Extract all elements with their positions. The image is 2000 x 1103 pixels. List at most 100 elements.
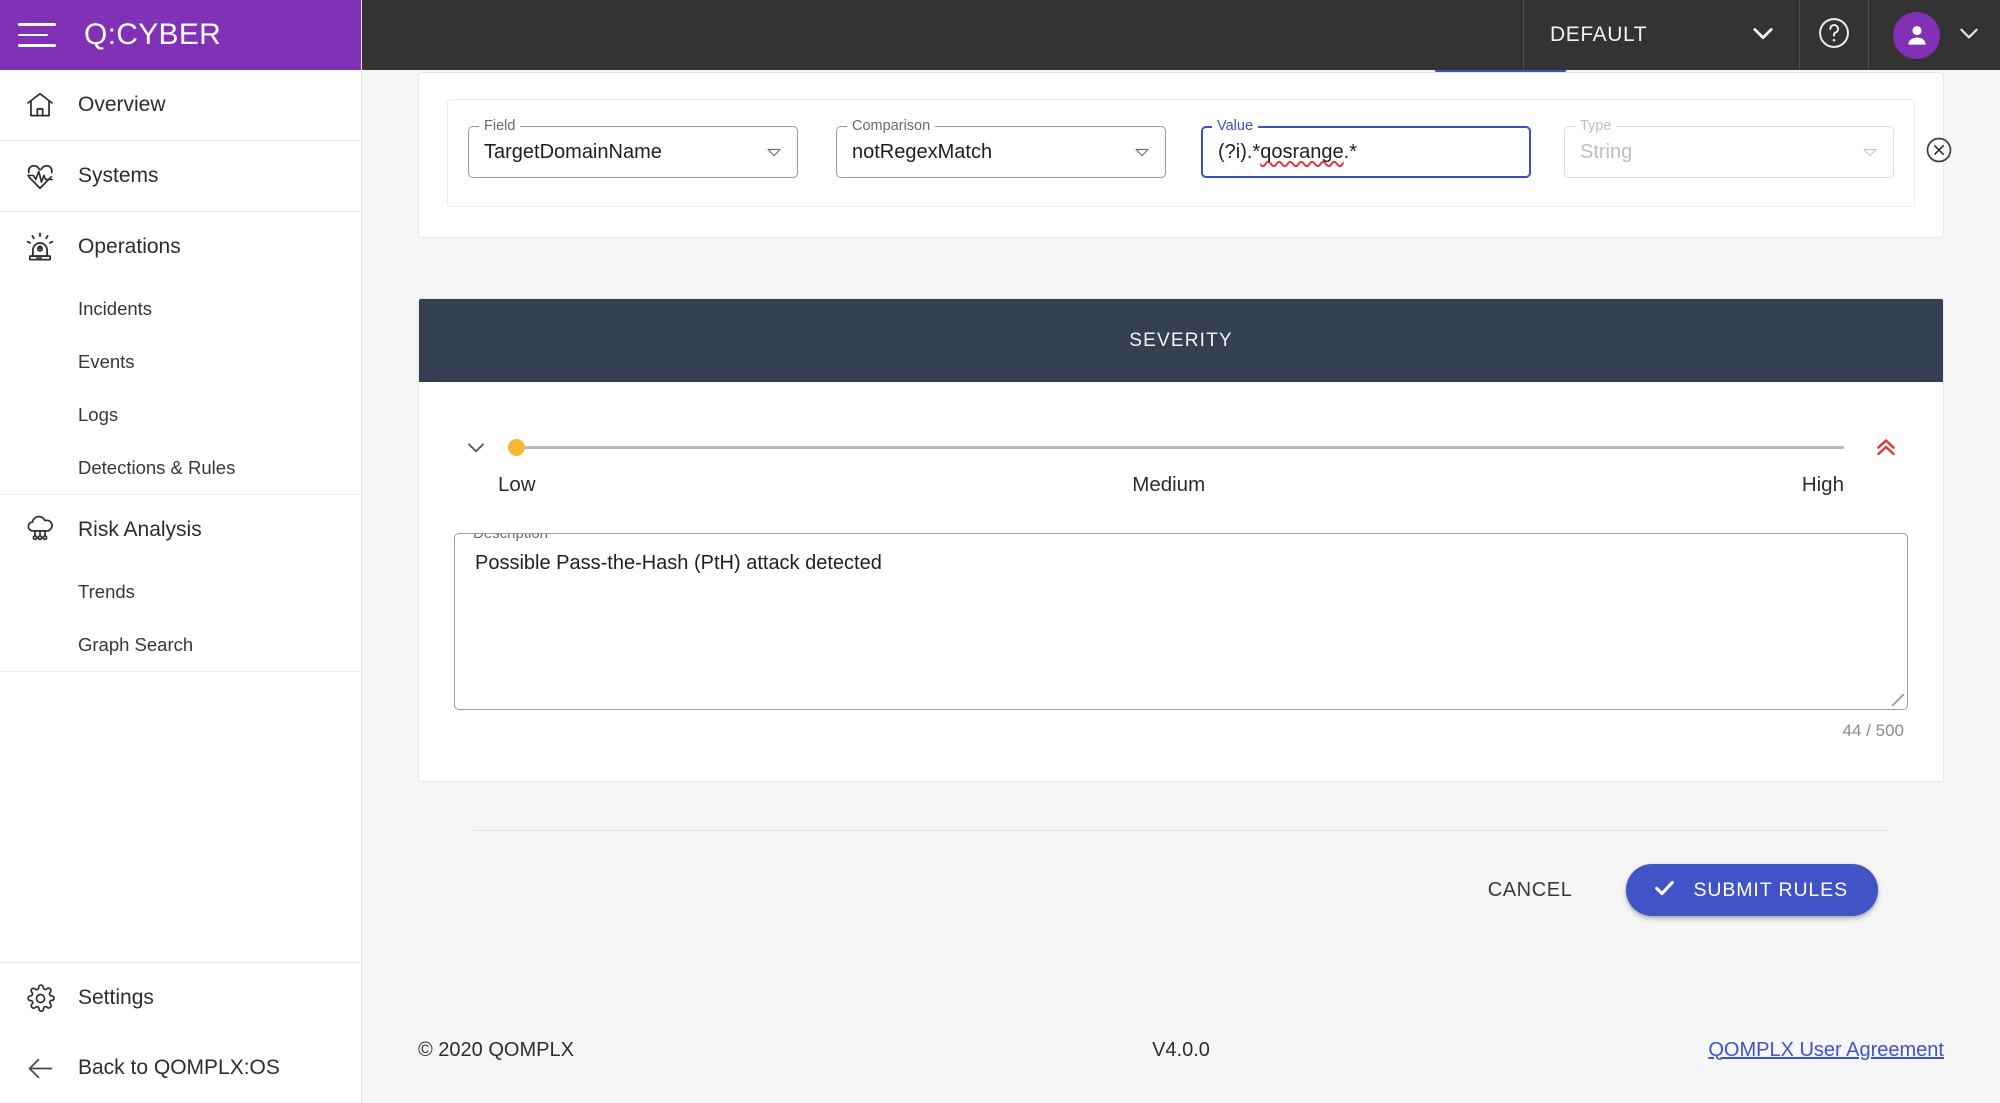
- sidebar-item-trends[interactable]: Trends: [0, 565, 361, 618]
- user-avatar-icon: [1893, 11, 1940, 59]
- comparison-select[interactable]: Comparison notRegexMatch: [836, 117, 1166, 178]
- form-actions: CANCEL SUBMIT RULES: [418, 831, 1944, 916]
- type-select-value: String: [1580, 140, 1633, 163]
- submit-rules-button[interactable]: SUBMIT RULES: [1626, 864, 1878, 916]
- description-wrapper: Description * Possible Pass-the-Hash (Pt…: [454, 533, 1908, 741]
- footer-copyright: © 2020 QOMPLX: [418, 1038, 574, 1061]
- description-char-count: 44 / 500: [1842, 721, 1904, 740]
- arrow-left-icon: [22, 1050, 58, 1086]
- brand-title: Q:CYBER: [84, 18, 222, 51]
- nav-group-overview: Overview: [0, 70, 361, 141]
- caret-down-icon: [1861, 143, 1879, 161]
- field-select-value: TargetDomainName: [484, 140, 662, 163]
- type-select[interactable]: Type String: [1564, 117, 1894, 178]
- sidebar-item-events[interactable]: Events: [0, 335, 361, 388]
- severity-header-title: SEVERITY: [1129, 329, 1233, 351]
- sidebar-subitem-label: Trends: [78, 580, 135, 602]
- field-select[interactable]: Field TargetDomainName: [468, 117, 798, 178]
- app-root: Q:CYBER Overview Systems Operations Inci…: [0, 0, 2000, 1103]
- description-legend: Description *: [468, 534, 564, 542]
- sidebar-item-operations[interactable]: Operations: [0, 212, 361, 282]
- resize-handle[interactable]: [1891, 693, 1905, 707]
- sidebar-subitem-label: Events: [78, 350, 135, 372]
- value-input[interactable]: Value (?i).*qosrange.*: [1201, 117, 1531, 178]
- cancel-button[interactable]: CANCEL: [1476, 869, 1585, 912]
- caret-down-icon: [765, 143, 783, 161]
- nav-group-operations: Operations Incidents Events Logs Detecti…: [0, 212, 361, 495]
- value-input-text: (?i).*qosrange.*: [1218, 141, 1515, 164]
- sidebar-item-label: Risk Analysis: [78, 518, 202, 541]
- sidebar-item-label: Systems: [78, 164, 159, 187]
- sidebar-item-label: Settings: [78, 986, 154, 1009]
- sidebar-item-label: Operations: [78, 235, 181, 258]
- main-column: DEFAULT Field TargetDomainName Compariso…: [362, 0, 2000, 1103]
- nav-group-risk-analysis: Risk Analysis Trends Graph Search: [0, 495, 361, 672]
- sidebar-item-label: Overview: [78, 93, 166, 116]
- sidebar-item-graph-search[interactable]: Graph Search: [0, 618, 361, 671]
- sidebar: Q:CYBER Overview Systems Operations Inci…: [0, 0, 362, 1103]
- sidebar-item-logs[interactable]: Logs: [0, 388, 361, 441]
- sidebar-nav: Overview Systems Operations Incidents Ev…: [0, 70, 361, 1103]
- severity-slider-labels: Low Medium High: [498, 473, 1844, 497]
- heartbeat-icon: [22, 158, 58, 194]
- cloud-network-icon: [22, 512, 58, 548]
- tenant-label: DEFAULT: [1550, 23, 1648, 46]
- field-select-legend: Field: [479, 117, 521, 135]
- severity-label-high: High: [1801, 473, 1844, 496]
- nav-group-settings: Settings Back to QOMPLX:OS: [0, 962, 361, 1103]
- sidebar-subitem-label: Graph Search: [78, 633, 194, 655]
- double-chevron-up-icon[interactable]: [1866, 433, 1906, 461]
- criteria-card: Field TargetDomainName Comparison notReg…: [418, 72, 1952, 238]
- siren-icon: [22, 229, 58, 265]
- severity-label-low: Low: [498, 473, 536, 496]
- severity-body: Low Medium High Description * Possible P…: [419, 382, 1943, 781]
- help-button[interactable]: [1800, 0, 1868, 70]
- delete-criteria-button[interactable]: [1924, 132, 1954, 172]
- sidebar-item-back-to-qomplx-os[interactable]: Back to QOMPLX:OS: [0, 1033, 361, 1103]
- sidebar-item-settings[interactable]: Settings: [0, 963, 361, 1033]
- value-misspelled-word: qosrange: [1260, 140, 1344, 163]
- value-prefix: (?i).*: [1218, 140, 1261, 163]
- sidebar-item-detections-rules[interactable]: Detections & Rules: [0, 441, 361, 494]
- chevron-down-icon: [1956, 20, 1982, 51]
- tenant-selector[interactable]: DEFAULT: [1524, 0, 1799, 70]
- sidebar-item-incidents[interactable]: Incidents: [0, 282, 361, 335]
- hamburger-menu-icon[interactable]: [18, 20, 58, 50]
- sidebar-item-label: Back to QOMPLX:OS: [78, 1056, 280, 1079]
- description-textarea[interactable]: Description * Possible Pass-the-Hash (Pt…: [454, 533, 1908, 710]
- caret-down-icon: [1133, 143, 1151, 161]
- user-agreement-link[interactable]: QOMPLX User Agreement: [1708, 1039, 1944, 1062]
- sidebar-subitem-label: Incidents: [78, 297, 153, 319]
- sidebar-subitem-label: Logs: [78, 403, 119, 425]
- chevron-down-icon[interactable]: [456, 434, 496, 460]
- description-value: Possible Pass-the-Hash (PtH) attack dete…: [475, 552, 882, 574]
- footer: © 2020 QOMPLX V4.0.0 QOMPLX User Agreeme…: [362, 997, 2000, 1103]
- help-circle-icon: [1816, 15, 1852, 56]
- remove-circle-icon: [1924, 135, 1954, 170]
- footer-version: V4.0.0: [1152, 1038, 1210, 1061]
- user-menu[interactable]: [1869, 0, 2000, 70]
- criteria-row: Field TargetDomainName Comparison notReg…: [447, 99, 1952, 207]
- value-suffix: .*: [1343, 140, 1357, 163]
- top-bar: DEFAULT: [362, 0, 2000, 70]
- severity-card: SEVERITY Low Medium High Description * P…: [418, 298, 1944, 782]
- severity-header: SEVERITY: [419, 299, 1943, 382]
- severity-label-medium: Medium: [1132, 473, 1206, 496]
- severity-slider-thumb[interactable]: [508, 439, 525, 456]
- nav-group-systems: Systems: [0, 141, 361, 212]
- check-icon: [1652, 875, 1677, 906]
- severity-slider[interactable]: [508, 430, 1844, 464]
- severity-slider-track[interactable]: [508, 446, 1844, 449]
- scroll-area: Field TargetDomainName Comparison notReg…: [362, 70, 2000, 997]
- type-select-legend: Type: [1575, 117, 1617, 135]
- comparison-select-value: notRegexMatch: [852, 140, 993, 163]
- brand-header: Q:CYBER: [0, 0, 361, 70]
- sidebar-item-risk-analysis[interactable]: Risk Analysis: [0, 495, 361, 565]
- severity-slider-row: [454, 430, 1908, 464]
- sidebar-item-systems[interactable]: Systems: [0, 141, 361, 211]
- comparison-select-legend: Comparison: [847, 117, 936, 135]
- value-input-legend: Value: [1212, 117, 1259, 135]
- sidebar-item-overview[interactable]: Overview: [0, 70, 361, 140]
- content-area: Field TargetDomainName Comparison notReg…: [362, 70, 2000, 1103]
